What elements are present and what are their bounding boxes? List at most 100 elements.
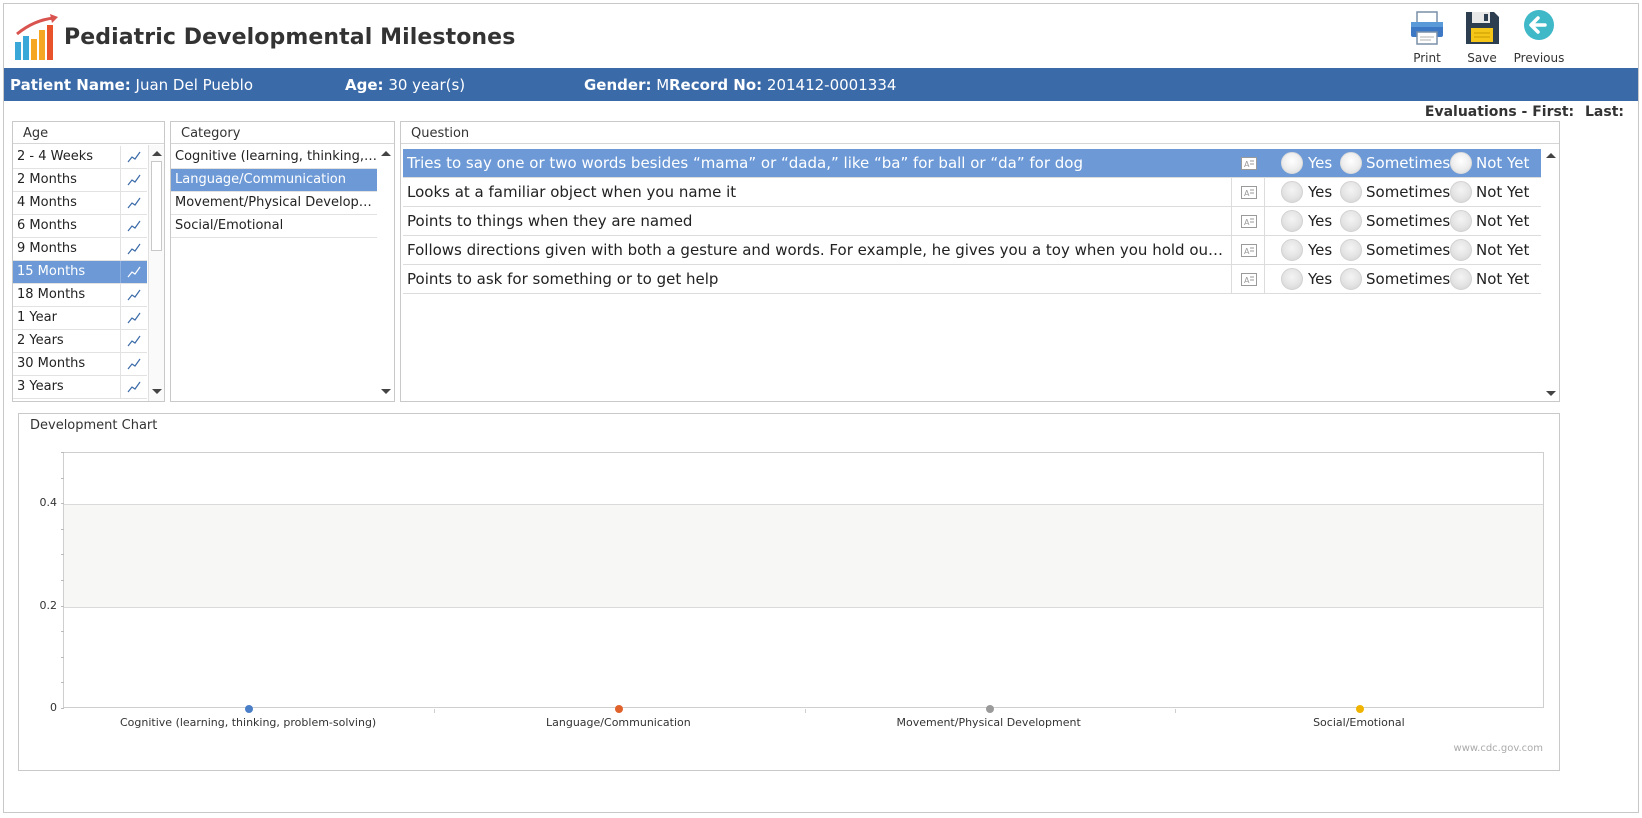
patient-record-value: 201412-0001334 — [766, 76, 897, 94]
age-panel: Age 2 - 4 Weeks 2 Months 4 Months 6 Months 9… — [12, 121, 165, 402]
category-item[interactable]: Social/Emotional — [171, 215, 377, 238]
radio-yes[interactable] — [1281, 268, 1303, 290]
category-item[interactable]: Cognitive (learning, thinking, pr... — [171, 146, 377, 169]
age-item[interactable]: 3 Years — [13, 376, 147, 399]
scroll-up-arrow-icon[interactable] — [381, 151, 391, 156]
trend-chart-icon[interactable] — [127, 381, 141, 393]
chart-point[interactable] — [245, 705, 254, 713]
radio-sometimes[interactable] — [1340, 239, 1362, 261]
y-minor-tick — [61, 528, 64, 530]
scroll-down-arrow-icon[interactable] — [381, 389, 391, 394]
previous-button[interactable]: Previous — [1512, 8, 1566, 65]
evaluations-summary: Evaluations - First: Last: — [1419, 104, 1624, 120]
column-divider — [120, 353, 121, 375]
radio-not-yet[interactable] — [1450, 210, 1472, 232]
trend-chart-icon[interactable] — [127, 243, 141, 255]
category-item[interactable]: Language/Communication — [171, 169, 377, 192]
y-tick-label: 0.2 — [39, 598, 58, 612]
radio-sometimes[interactable] — [1340, 181, 1362, 203]
chart-point[interactable] — [985, 705, 994, 713]
radio-not-yet[interactable] — [1450, 152, 1472, 174]
category-item[interactable]: Movement/Physical Developme... — [171, 192, 377, 215]
trend-chart-icon[interactable] — [127, 220, 141, 232]
svg-text:A: A — [1244, 276, 1250, 285]
trend-chart-icon[interactable] — [127, 312, 141, 324]
question-note-button[interactable]: A — [1231, 236, 1265, 264]
radio-yes[interactable] — [1281, 181, 1303, 203]
scroll-down-arrow-icon[interactable] — [1546, 391, 1556, 396]
category-list-scrollbar[interactable] — [378, 145, 394, 401]
age-item[interactable]: 1 Year — [13, 307, 147, 330]
chart-point[interactable] — [615, 705, 624, 713]
trend-chart-icon[interactable] — [127, 358, 141, 370]
chart-credit: www.cdc.gov.com — [1453, 743, 1543, 754]
age-item[interactable]: 9 Months — [13, 238, 147, 261]
radio-not-yet[interactable] — [1450, 239, 1472, 261]
age-list-scrollbar[interactable] — [148, 145, 164, 401]
age-list-scroll-thumb[interactable] — [151, 161, 162, 251]
y-minor-tick — [61, 708, 64, 709]
radio-yes[interactable] — [1281, 210, 1303, 232]
column-divider — [120, 146, 121, 168]
question-row[interactable]: Tries to say one or two words besides “m… — [403, 149, 1541, 178]
question-note-button[interactable]: A — [1231, 265, 1265, 293]
radio-yes[interactable] — [1281, 152, 1303, 174]
age-item[interactable]: 18 Months — [13, 284, 147, 307]
age-panel-header: Age — [13, 122, 164, 144]
age-item-label: 4 Months — [17, 195, 77, 210]
age-item-label: 18 Months — [17, 287, 86, 302]
question-text: Tries to say one or two words besides “m… — [407, 154, 1083, 172]
radio-label: Not Yet — [1476, 154, 1530, 172]
scroll-up-arrow-icon[interactable] — [152, 151, 162, 156]
question-row[interactable]: Looks at a familiar object when you name… — [403, 178, 1541, 207]
patient-name: Patient Name: Juan Del Pueblo — [10, 76, 253, 94]
question-row[interactable]: Follows directions given with both a ges… — [403, 236, 1541, 265]
y-tick-label: 0 — [50, 701, 57, 714]
column-divider — [120, 330, 121, 352]
radio-sometimes[interactable] — [1340, 210, 1362, 232]
patient-age: Age: 30 year(s) — [345, 76, 465, 94]
chart-point[interactable] — [1355, 705, 1364, 713]
print-button[interactable]: Print — [1402, 8, 1452, 65]
age-item[interactable]: 6 Months — [13, 215, 147, 238]
x-axis-tick — [1174, 709, 1176, 713]
trend-chart-icon[interactable] — [127, 289, 141, 301]
radio-sometimes[interactable] — [1340, 152, 1362, 174]
question-note-button[interactable]: A — [1231, 207, 1265, 235]
y-minor-tick — [61, 503, 64, 505]
trend-chart-icon[interactable] — [127, 266, 141, 278]
question-row[interactable]: Points to ask for something or to get he… — [403, 265, 1541, 294]
patient-name-value: Juan Del Pueblo — [135, 76, 254, 94]
patient-record: Record No: 201412-0001334 — [669, 76, 896, 94]
radio-not-yet[interactable] — [1450, 181, 1472, 203]
question-note-button[interactable]: A — [1231, 149, 1265, 177]
radio-sometimes[interactable] — [1340, 268, 1362, 290]
save-button[interactable]: Save — [1457, 8, 1507, 65]
y-minor-tick — [61, 554, 64, 556]
age-item[interactable]: 2 Months — [13, 169, 147, 192]
trend-chart-icon[interactable] — [127, 197, 141, 209]
age-item[interactable]: 30 Months — [13, 353, 147, 376]
age-item[interactable]: 2 - 4 Weeks — [13, 146, 147, 169]
column-divider — [120, 284, 121, 306]
radio-not-yet[interactable] — [1450, 268, 1472, 290]
scroll-down-arrow-icon[interactable] — [152, 389, 162, 394]
question-note-button[interactable]: A — [1231, 178, 1265, 206]
trend-chart-icon[interactable] — [127, 174, 141, 186]
y-tick-label: 0.4 — [39, 496, 58, 510]
question-row[interactable]: Points to things when they are named A Yes… — [403, 207, 1541, 236]
category-panel-header: Category — [171, 122, 394, 144]
y-minor-tick — [61, 656, 64, 658]
age-item[interactable]: 4 Months — [13, 192, 147, 215]
printer-icon — [1411, 11, 1443, 45]
trend-chart-icon[interactable] — [127, 151, 141, 163]
age-item[interactable]: 2 Years — [13, 330, 147, 353]
y-minor-tick — [61, 452, 64, 453]
trend-chart-icon[interactable] — [127, 335, 141, 347]
scroll-up-arrow-icon[interactable] — [1546, 153, 1556, 158]
age-item[interactable]: 15 Months — [13, 261, 147, 284]
age-item-label: 6 Months — [17, 218, 77, 233]
question-text: Points to ask for something or to get he… — [407, 270, 719, 288]
radio-yes[interactable] — [1281, 239, 1303, 261]
question-list-scrollbar[interactable] — [1543, 145, 1559, 401]
